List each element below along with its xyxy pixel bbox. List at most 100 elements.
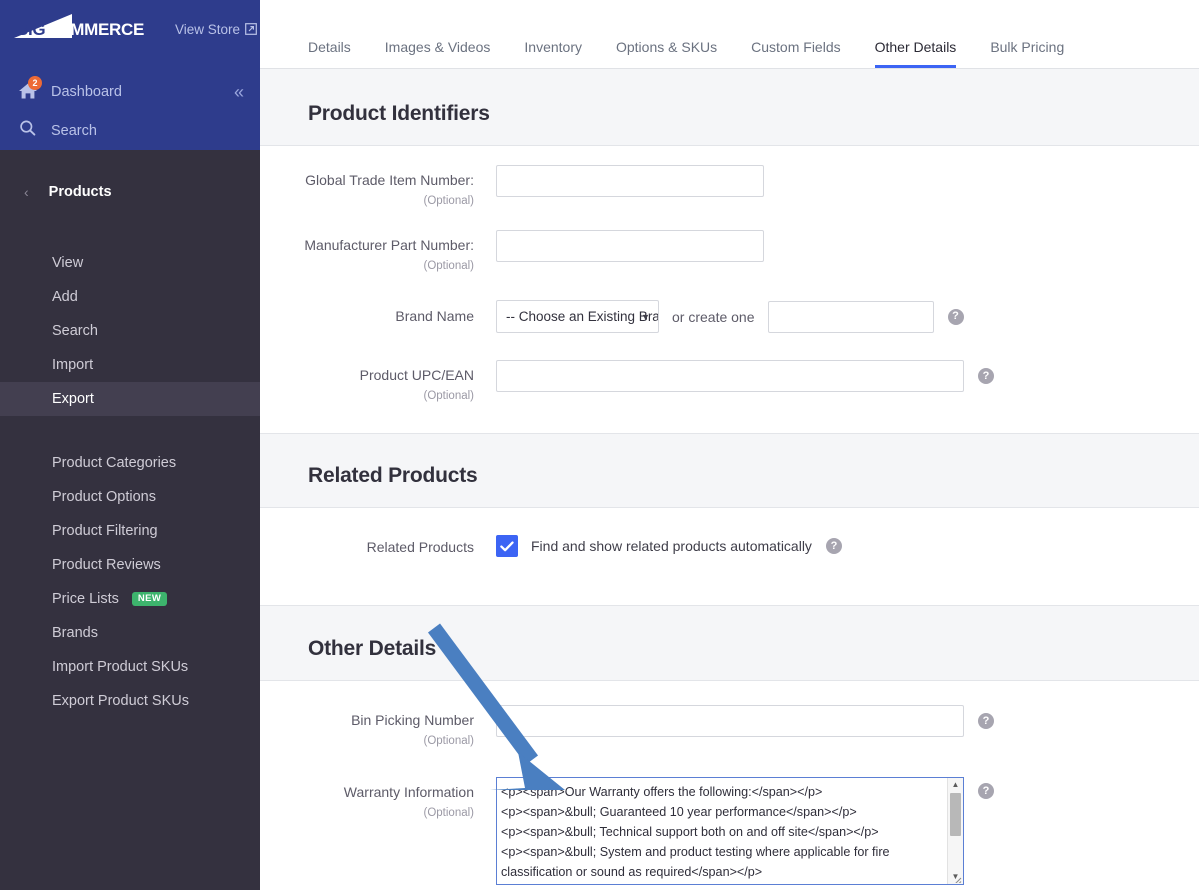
sidebar-item-price-lists[interactable]: Price Lists NEW [0, 582, 260, 616]
scroll-up-icon[interactable]: ▲ [952, 778, 960, 792]
brand-name-select[interactable]: -- Choose an Existing Brand -- ▼ [496, 300, 659, 333]
field-row-related-products: Related Products Find and show related p… [260, 508, 1199, 557]
field-row-upc: Product UPC/EAN (Optional) ? [260, 333, 1199, 406]
panel-other-details: Bin Picking Number (Optional) ? Warranty… [260, 680, 1199, 890]
chevron-double-left-icon[interactable]: « [234, 82, 244, 102]
control-upc: ? [496, 360, 994, 392]
new-badge: NEW [131, 592, 168, 606]
tab-custom-fields[interactable]: Custom Fields [751, 39, 840, 68]
sidebar-item-product-options[interactable]: Product Options [0, 480, 260, 514]
control-bin-picking: ? [496, 705, 994, 737]
sidebar-nav-list: View Add Search Import Export Product Ca… [0, 246, 260, 718]
sidebar-item-search-products[interactable]: Search [0, 314, 260, 348]
mpn-input[interactable] [496, 230, 764, 262]
control-mpn [496, 230, 764, 262]
logo-row: BIGCOMMERCE View Store [14, 14, 257, 44]
brand-create-input[interactable] [767, 300, 934, 333]
sidebar-section-products[interactable]: ‹ Products [24, 184, 112, 200]
brand-or-create-one-label: or create one [672, 308, 755, 325]
logo-text: BIGCOMMERCE [16, 20, 144, 40]
textarea-scrollbar[interactable]: ▲ ▼ [947, 778, 963, 884]
control-gtin [496, 165, 764, 197]
sidebar-item-label: Brands [52, 625, 98, 641]
sidebar-item-product-filtering[interactable]: Product Filtering [0, 514, 260, 548]
label-brand-name-text: Brand Name [395, 308, 474, 324]
label-gtin-optional: (Optional) [423, 195, 475, 207]
help-icon[interactable]: ? [978, 368, 994, 384]
tab-images-videos[interactable]: Images & Videos [385, 39, 491, 68]
product-tabs: Details Images & Videos Inventory Option… [260, 0, 1199, 69]
control-related-products: Find and show related products automatic… [496, 535, 842, 557]
view-store-link[interactable]: View Store [175, 22, 257, 37]
external-link-icon [245, 23, 257, 35]
section-title-other-details: Other Details [308, 637, 437, 660]
label-mpn: Manufacturer Part Number: (Optional) [260, 230, 496, 276]
sidebar-item-label: Product Filtering [52, 523, 158, 539]
gtin-input[interactable] [496, 165, 764, 197]
textarea-resize-grip[interactable] [951, 872, 962, 883]
label-upc-text: Product UPC/EAN [359, 367, 474, 383]
label-gtin-text: Global Trade Item Number: [305, 172, 474, 188]
help-icon[interactable]: ? [947, 308, 964, 325]
home-icon: 2 [18, 76, 42, 102]
sidebar-item-label: Product Reviews [52, 557, 161, 573]
sidebar-item-dashboard[interactable]: 2 Dashboard [18, 76, 122, 102]
sidebar-item-label: Product Categories [52, 455, 177, 471]
related-products-checkbox-label: Find and show related products automatic… [531, 538, 812, 554]
sidebar-item-brands[interactable]: Brands [0, 616, 260, 650]
help-icon[interactable]: ? [978, 713, 994, 729]
sidebar: BIGCOMMERCE View Store 2 Dashboard « Sea… [0, 0, 260, 890]
field-row-warranty: Warranty Information (Optional) <p><span… [260, 751, 1199, 885]
label-bin-picking-text: Bin Picking Number [351, 712, 474, 728]
sidebar-item-label: Export [52, 391, 94, 407]
sidebar-item-export[interactable]: Export [0, 382, 260, 416]
label-bin-picking-number: Bin Picking Number (Optional) [260, 705, 496, 751]
field-row-mpn: Manufacturer Part Number: (Optional) [260, 211, 1199, 276]
logo-big: BIG [16, 20, 46, 39]
chevron-left-icon[interactable]: ‹ [24, 185, 29, 199]
sidebar-item-label: Price Lists [52, 591, 119, 607]
sidebar-item-import-product-skus[interactable]: Import Product SKUs [0, 650, 260, 684]
label-mpn-optional: (Optional) [423, 260, 475, 272]
label-mpn-text: Manufacturer Part Number: [304, 237, 474, 253]
label-bin-picking-optional: (Optional) [423, 735, 475, 747]
sidebar-item-product-categories[interactable]: Product Categories [0, 446, 260, 480]
label-warranty-information: Warranty Information (Optional) [260, 777, 496, 823]
tab-other-details[interactable]: Other Details [874, 39, 956, 68]
tab-options-skus[interactable]: Options & SKUs [616, 39, 717, 68]
sidebar-header: BIGCOMMERCE View Store 2 Dashboard « Sea… [0, 0, 260, 150]
main-content: Details Images & Videos Inventory Option… [260, 0, 1199, 890]
sidebar-item-product-reviews[interactable]: Product Reviews [0, 548, 260, 582]
help-icon[interactable]: ? [825, 538, 842, 554]
chevron-down-icon: ▼ [641, 311, 650, 322]
brand-name-selected-value: -- Choose an Existing Brand -- [506, 309, 658, 324]
sidebar-search-label: Search [51, 122, 97, 139]
tab-bulk-pricing[interactable]: Bulk Pricing [990, 39, 1064, 68]
upc-input[interactable] [496, 360, 964, 392]
sidebar-item-export-product-skus[interactable]: Export Product SKUs [0, 684, 260, 718]
field-row-bin-picking: Bin Picking Number (Optional) ? [260, 681, 1199, 751]
sidebar-item-import[interactable]: Import [0, 348, 260, 382]
sidebar-item-view[interactable]: View [0, 246, 260, 280]
panel-related-products: Related Products Find and show related p… [260, 507, 1199, 606]
tab-details[interactable]: Details [308, 39, 351, 68]
search-icon [18, 119, 38, 142]
sidebar-divider [0, 416, 260, 446]
bin-picking-number-input[interactable] [496, 705, 964, 737]
bigcommerce-logo[interactable]: BIGCOMMERCE [14, 14, 144, 44]
label-upc-optional: (Optional) [423, 390, 475, 402]
label-gtin: Global Trade Item Number: (Optional) [260, 165, 496, 211]
label-related-products: Related Products [260, 535, 496, 557]
sidebar-item-label: Product Options [52, 489, 156, 505]
sidebar-item-add[interactable]: Add [0, 280, 260, 314]
related-products-checkbox[interactable] [496, 535, 518, 557]
help-icon[interactable]: ? [978, 783, 994, 799]
warranty-information-textarea[interactable]: <p><span>Our Warranty offers the followi… [496, 777, 964, 885]
sidebar-item-label: Search [52, 323, 98, 339]
dashboard-notification-badge: 2 [28, 76, 42, 90]
sidebar-item-search[interactable]: Search [18, 119, 97, 142]
logo-commerce: COMMERCE [45, 20, 144, 39]
tab-inventory[interactable]: Inventory [524, 39, 582, 68]
view-store-label: View Store [175, 21, 241, 37]
scrollbar-thumb[interactable] [950, 793, 961, 836]
